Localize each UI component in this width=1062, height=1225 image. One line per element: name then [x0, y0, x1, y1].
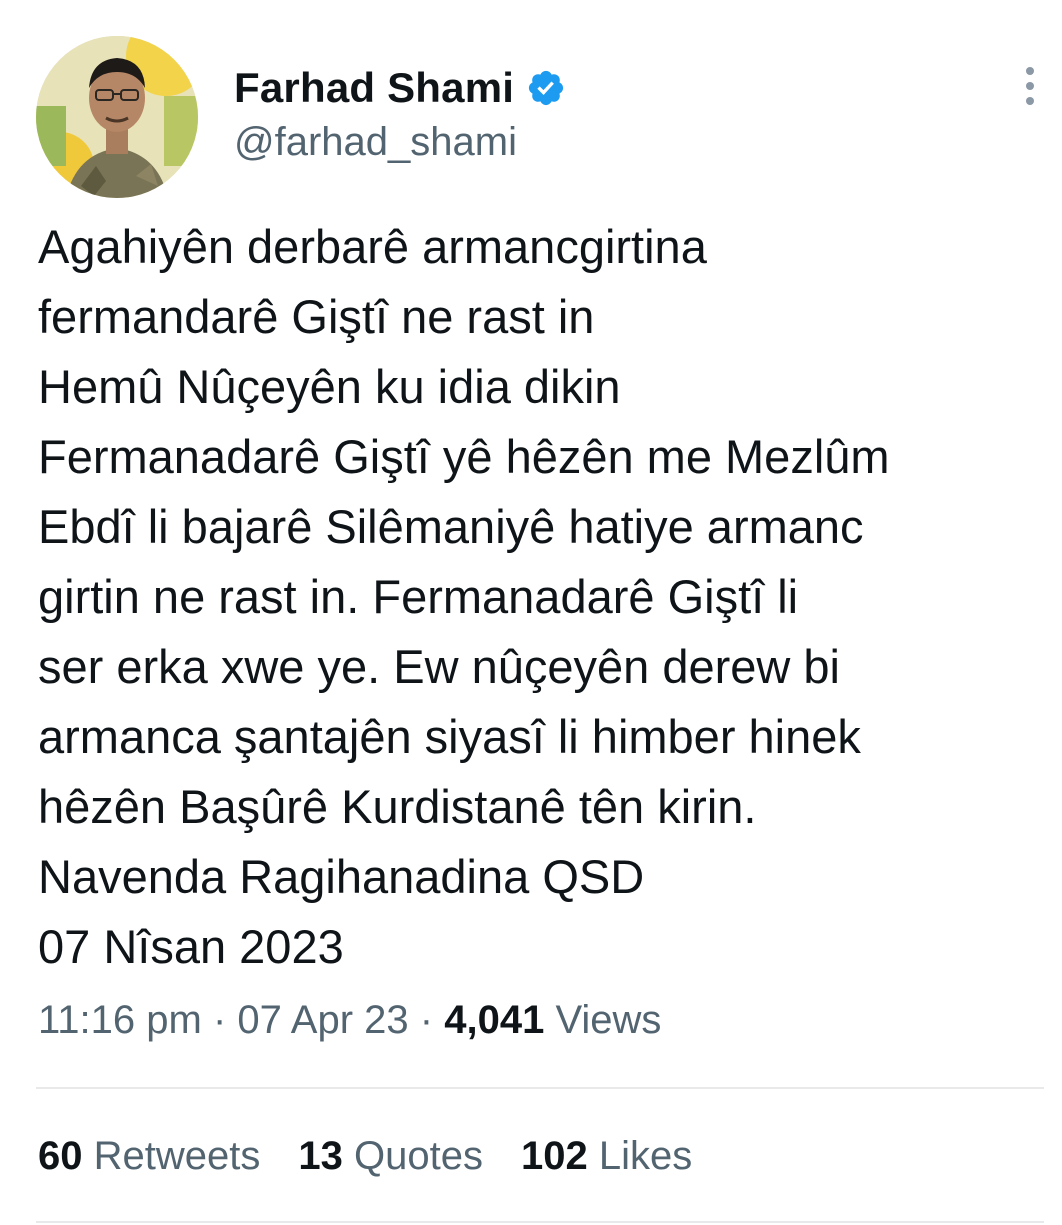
divider — [36, 1087, 1044, 1089]
tweet-date[interactable]: 07 Apr 23 — [237, 998, 408, 1042]
quotes-label: Quotes — [354, 1134, 483, 1178]
tweet-line: girtin ne rast in. Fermanadarê Giştî li — [38, 570, 799, 623]
tweet-line: fermandarê Giştî ne rast in — [38, 290, 595, 343]
meta-separator: · — [419, 998, 434, 1042]
tweet-meta: 11:16 pm · 07 Apr 23 · 4,041 Views — [38, 998, 661, 1043]
retweets-label: Retweets — [93, 1134, 261, 1178]
avatar[interactable] — [36, 36, 198, 198]
quotes-stat[interactable]: 13 Quotes — [298, 1134, 483, 1179]
tweet-header: Farhad Shami @farhad_shami — [36, 36, 1036, 198]
tweet-page: Farhad Shami @farhad_shami Agahiyên derb… — [0, 0, 1062, 1225]
user-info: Farhad Shami @farhad_shami — [234, 62, 566, 165]
user-handle[interactable]: @farhad_shami — [234, 120, 566, 165]
tweet-line: Agahiyên derbarê armancgirtina — [38, 220, 707, 273]
tweet-text: Agahiyên derbarê armancgirtina fermandar… — [38, 212, 1038, 982]
display-name-row: Farhad Shami — [234, 62, 566, 114]
views-count[interactable]: 4,041 — [444, 998, 544, 1042]
likes-stat[interactable]: 102 Likes — [521, 1134, 692, 1179]
retweets-count: 60 — [38, 1134, 83, 1178]
verified-badge-icon — [526, 68, 566, 108]
display-name[interactable]: Farhad Shami — [234, 64, 514, 112]
avatar-image — [36, 36, 198, 198]
views-label[interactable]: Views — [555, 998, 661, 1042]
quotes-count: 13 — [298, 1134, 343, 1178]
tweet-line: Hemû Nûçeyên ku idia dikin — [38, 360, 621, 413]
tweet-line: Ebdî li bajarê Silêmaniyê hatiye armanc — [38, 500, 864, 553]
tweet-line: 07 Nîsan 2023 — [38, 920, 344, 973]
likes-label: Likes — [598, 1134, 693, 1178]
meta-separator: · — [212, 998, 227, 1042]
tweet-line: hêzên Başûrê Kurdistanê tên kirin. — [38, 780, 757, 833]
tweet-line: Navenda Ragihanadina QSD — [38, 850, 645, 903]
tweet-line: Fermanadarê Giştî yê hêzên me Mezlûm — [38, 430, 890, 483]
retweets-stat[interactable]: 60 Retweets — [38, 1134, 260, 1179]
tweet-time[interactable]: 11:16 pm — [38, 998, 202, 1042]
engagement-stats: 60 Retweets 13 Quotes 102 Likes — [38, 1134, 730, 1179]
divider — [36, 1221, 1044, 1223]
tweet-line: ser erka xwe ye. Ew nûçeyên derew bi — [38, 640, 840, 693]
tweet-line: armanca şantajên siyasî li himber hinek — [38, 710, 861, 763]
more-vertical-icon[interactable] — [1024, 66, 1036, 106]
likes-count: 102 — [520, 1134, 588, 1178]
